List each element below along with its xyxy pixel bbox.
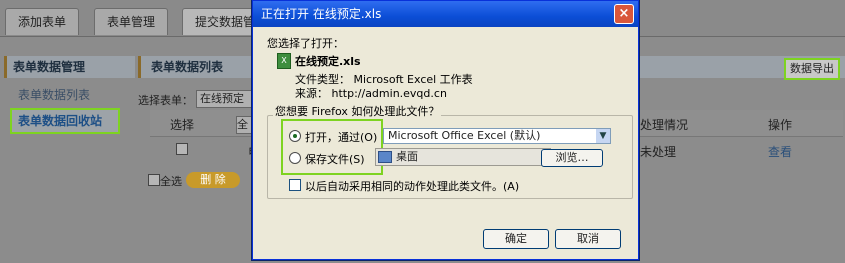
row-status: 未处理 xyxy=(640,145,677,159)
dialog-titlebar: 正在打开 在线预定.xls × xyxy=(253,1,638,27)
row-view-link[interactable]: 查看 xyxy=(768,143,792,160)
save-file-label[interactable]: 保存文件(S) xyxy=(305,151,365,167)
application-select[interactable]: Microsoft Office Excel (默认) ▼ xyxy=(383,128,611,144)
select-all-checkbox[interactable] xyxy=(148,174,160,186)
save-path-value: 桌面 xyxy=(396,150,418,163)
save-file-radio[interactable] xyxy=(289,152,301,164)
open-file-dialog: 正在打开 在线预定.xls × 您选择了打开： X 在线预定.xls 文件类型：… xyxy=(252,0,639,260)
tab-form-manage[interactable]: 表单管理 xyxy=(94,8,169,35)
filter-label: 选择表单： xyxy=(138,94,193,107)
ok-button[interactable]: 确定 xyxy=(483,229,549,249)
export-data-button[interactable]: 数据导出 xyxy=(784,58,840,80)
open-with-radio[interactable] xyxy=(289,130,301,142)
application-value: Microsoft Office Excel (默认) xyxy=(388,129,541,142)
close-icon[interactable]: × xyxy=(614,4,634,24)
sidebar-item-data-list[interactable]: 表单数据列表 xyxy=(18,86,90,103)
browse-button[interactable]: 浏览… xyxy=(541,149,603,167)
row-checkbox[interactable] xyxy=(176,143,188,155)
column-handle-status: 处理情况 xyxy=(640,118,689,132)
cancel-button[interactable]: 取消 xyxy=(555,229,621,249)
chevron-down-icon[interactable]: ▼ xyxy=(596,129,610,143)
you-chose-label: 您选择了打开： xyxy=(267,37,344,50)
tab-add-form[interactable]: 添加表单 xyxy=(5,8,80,35)
column-select: 选择 xyxy=(170,118,195,132)
remember-checkbox[interactable] xyxy=(289,179,301,191)
form-filter-select[interactable]: 在线预定 xyxy=(196,90,257,108)
open-with-label[interactable]: 打开，通过(O) xyxy=(305,129,377,145)
question-label: 您想要 Firefox 如何处理此文件？ xyxy=(273,103,442,119)
dialog-title: 正在打开 在线预定.xls xyxy=(261,7,382,21)
save-path-field: 桌面 xyxy=(375,148,551,166)
delete-button[interactable]: 删 除 xyxy=(186,172,240,188)
sidebar-item-recycle-bin[interactable]: 表单数据回收站 xyxy=(10,108,120,134)
column-operations: 操作 xyxy=(768,118,793,132)
select-all-label: 全选 xyxy=(160,175,182,188)
sidebar-title: 表单数据管理 xyxy=(4,56,135,78)
remember-label: 以后自动采用相同的动作处理此类文件。(A) xyxy=(305,180,520,193)
file-name: 在线预定.xls xyxy=(295,55,361,68)
excel-file-icon: X xyxy=(277,53,291,69)
file-source: 来源： http://admin.evqd.cn xyxy=(295,87,447,100)
desktop-icon xyxy=(378,151,392,163)
